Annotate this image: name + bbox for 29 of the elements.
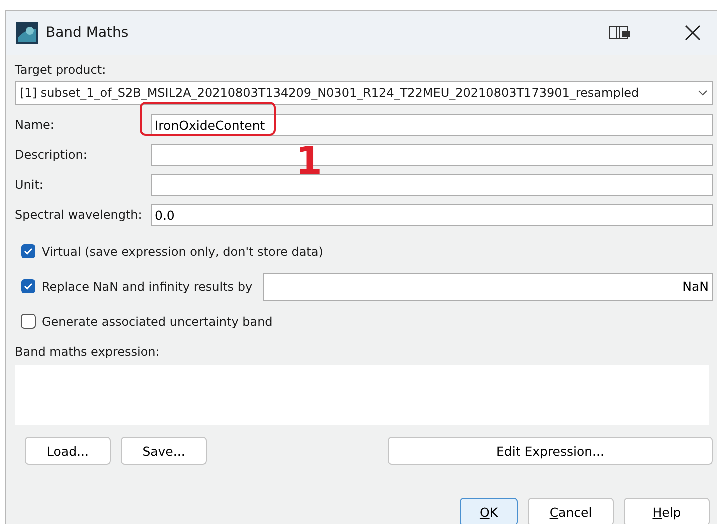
input-field[interactable] xyxy=(151,174,713,196)
checkbox[interactable] xyxy=(21,244,36,259)
caret-icon xyxy=(698,89,708,97)
dialog-button[interactable]: Cancel xyxy=(528,498,614,524)
checkbox-label: Virtual (save expression only, don't store data) xyxy=(42,244,324,258)
field-label: Description: xyxy=(15,148,88,162)
field-label: Unit: xyxy=(15,178,44,192)
panel-icon[interactable] xyxy=(609,26,631,40)
edit-expression-button[interactable]: Edit Expression... xyxy=(388,437,713,465)
annotation-number: 1 xyxy=(296,142,322,180)
section-label: Band maths expression: xyxy=(15,345,161,359)
field-label: Spectral wavelength: xyxy=(15,208,144,222)
app-icon xyxy=(16,22,38,44)
file-button[interactable]: Load... xyxy=(25,437,111,465)
field-label: Target product: xyxy=(15,63,108,77)
input-field[interactable]: IronOxideContent xyxy=(151,114,713,136)
product-dropdown[interactable]: [1] subset_1_of_S2B_MSIL2A_20210803T134209_N0301_R124_T22MEU_20210803T173901_resampled xyxy=(15,81,713,105)
window-title: Band Maths xyxy=(46,25,130,41)
checkbox-label: Replace NaN and infinity results by xyxy=(42,280,253,294)
field-label: Name: xyxy=(15,118,56,132)
close-icon[interactable] xyxy=(685,25,701,41)
dialog-button[interactable]: Help xyxy=(624,498,710,524)
checkbox[interactable] xyxy=(21,314,36,329)
checkbox[interactable] xyxy=(21,279,36,294)
input-field[interactable]: 0.0 xyxy=(151,204,713,226)
input-field[interactable]: NaN xyxy=(262,272,713,300)
checkbox-label: Generate associated uncertainty band xyxy=(42,314,273,328)
file-button[interactable]: Save... xyxy=(121,437,207,465)
dialog-button[interactable]: OK xyxy=(460,498,518,524)
